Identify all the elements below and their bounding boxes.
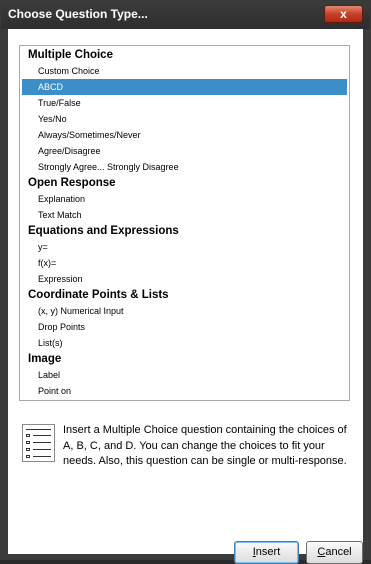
list-item[interactable]: List(s): [22, 335, 347, 351]
list-item[interactable]: Yes/No: [22, 111, 347, 127]
list-item[interactable]: Always/Sometimes/Never: [22, 127, 347, 143]
cancel-button[interactable]: Cancel: [306, 541, 363, 564]
list-category-header: Equations and Expressions: [28, 225, 179, 237]
list-item[interactable]: Strongly Agree... Strongly Disagree: [22, 159, 347, 175]
insert-label: nsert: [255, 546, 281, 558]
question-type-description: Insert a Multiple Choice question contai…: [63, 424, 347, 468]
choose-question-type-dialog: Choose Question Type... x Multiple Choic…: [0, 0, 371, 564]
list-category-header: Multiple Choice: [28, 49, 113, 61]
list-item[interactable]: Explanation: [22, 191, 347, 207]
dialog-title: Choose Question Type...: [8, 7, 148, 21]
list-item[interactable]: Custom Choice: [22, 63, 347, 79]
list-item[interactable]: Label: [22, 367, 347, 383]
list-category-header: Coordinate Points & Lists: [28, 289, 169, 301]
list-category-header: Chemistry: [22, 399, 347, 400]
close-button[interactable]: x: [324, 5, 363, 23]
question-type-list-items: Multiple Choice Custom Choice ABCD True/Fal…: [22, 47, 347, 400]
list-item[interactable]: Point on: [22, 383, 347, 399]
list-category-header: Open Response: [28, 177, 116, 189]
list-item[interactable]: (x, y) Numerical Input: [22, 303, 347, 319]
insert-button[interactable]: Insert: [234, 541, 299, 564]
list-item[interactable]: y=: [22, 239, 347, 255]
list-item[interactable]: ABCD: [22, 79, 347, 95]
list-item[interactable]: Text Match: [22, 207, 347, 223]
list-scrollbar[interactable]: [347, 400, 349, 401]
list-item[interactable]: Agree/Disagree: [22, 143, 347, 159]
question-type-list[interactable]: Multiple Choice Custom Choice ABCD True/Fal…: [19, 45, 350, 401]
title-bar[interactable]: Choose Question Type... x: [1, 1, 370, 29]
dialog-body: Multiple Choice Custom Choice ABCD True/Fal…: [8, 29, 363, 564]
close-icon: x: [340, 7, 347, 21]
list-category-header: Image: [28, 353, 62, 365]
list-item[interactable]: Expression: [22, 271, 347, 287]
cancel-label: ancel: [325, 546, 352, 558]
list-item[interactable]: f(x)=: [22, 255, 347, 271]
list-item[interactable]: Drop Points: [22, 319, 347, 335]
multiple-choice-list-icon: [22, 424, 55, 462]
list-item[interactable]: True/False: [22, 95, 347, 111]
